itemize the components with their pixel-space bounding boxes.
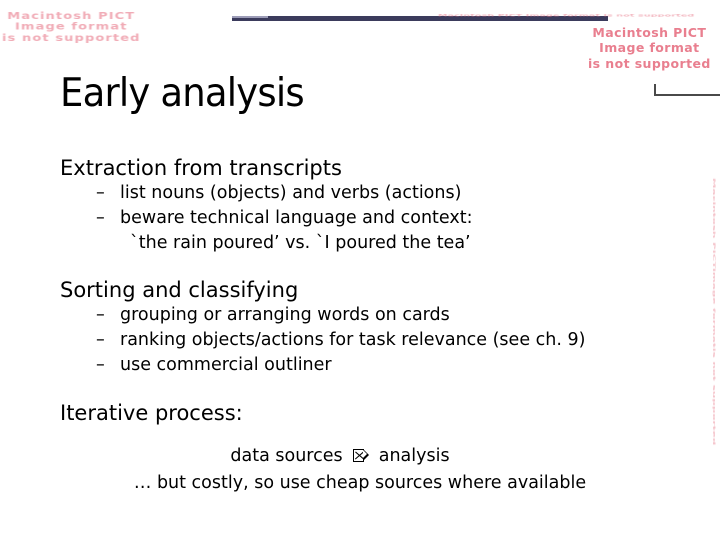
bullet-text: grouping or arranging words on cards — [120, 305, 450, 325]
pict-placeholder-line-2: Image format — [599, 40, 700, 56]
top-horizontal-rule-highlight — [232, 16, 268, 18]
bullet-dash-icon: – — [96, 330, 105, 350]
pict-placeholder-right-edge-3: is not supported — [712, 348, 716, 446]
pict-placeholder-top-left: Macintosh PICT Image format is not suppo… — [2, 11, 141, 44]
section-heading-sorting: Sorting and classifying — [60, 278, 299, 302]
bullet-item: – beware technical language and context: — [60, 206, 690, 231]
bullet-dash-icon: – — [96, 208, 105, 228]
section-heading-iterative: Iterative process: — [60, 401, 243, 425]
slide-canvas: Macintosh PICT Image format is not suppo… — [0, 0, 720, 540]
bullet-text: use commercial outliner — [120, 355, 332, 375]
bullet-continuation-text: `the rain poured’ vs. `I poured the tea’ — [130, 233, 471, 253]
bullet-text: list nouns (objects) and verbs (actions) — [120, 183, 462, 203]
slide-body: Extraction from transcripts – list nouns… — [60, 155, 690, 497]
bullet-text: ranking objects/actions for task relevan… — [120, 330, 586, 350]
top-right-corner-rule — [654, 84, 720, 96]
iterative-flow-source: data sources — [230, 446, 349, 466]
pict-placeholder-top-right: Macintosh PICT Image format is not suppo… — [588, 25, 711, 71]
bullet-item: – list nouns (objects) and verbs (action… — [60, 181, 690, 206]
pict-placeholder-right-edge-2: Image format — [712, 268, 716, 348]
pict-placeholder-right-edge-1: Macintosh PICT — [712, 178, 716, 269]
pict-placeholder-line-2: Image format — [14, 22, 128, 33]
bullet-item: – grouping or arranging words on cards — [60, 303, 690, 328]
bullet-item: – ranking objects/actions for task relev… — [60, 328, 690, 353]
bullet-dash-icon: – — [96, 305, 105, 325]
pict-placeholder-line-3: is not supported — [588, 55, 711, 71]
pict-placeholder-line-1: Macintosh PICT — [7, 11, 136, 22]
pict-placeholder-line-1: Macintosh PICT — [592, 25, 707, 40]
bullet-item: – use commercial outliner — [60, 353, 690, 378]
pict-placeholder-strip: Macintosh PICT Image format is not suppo… — [438, 13, 695, 18]
section-heading-extraction: Extraction from transcripts — [60, 156, 342, 180]
bullet-text: beware technical language and context: — [120, 208, 473, 228]
iterative-flow-target: analysis — [373, 446, 450, 466]
page-title: Early analysis — [60, 70, 305, 116]
bullet-dash-icon: – — [96, 183, 105, 203]
iterative-caveat-line: … but costly, so use cheap sources where… — [133, 473, 587, 493]
line-spacer — [60, 426, 690, 443]
iterative-flow-line: data sources analysis — [60, 443, 620, 470]
pict-placeholder-line-3: is not supported — [2, 33, 141, 44]
arrow-tofu-glyph-icon — [353, 449, 370, 463]
bullet-dash-icon: – — [96, 355, 105, 375]
